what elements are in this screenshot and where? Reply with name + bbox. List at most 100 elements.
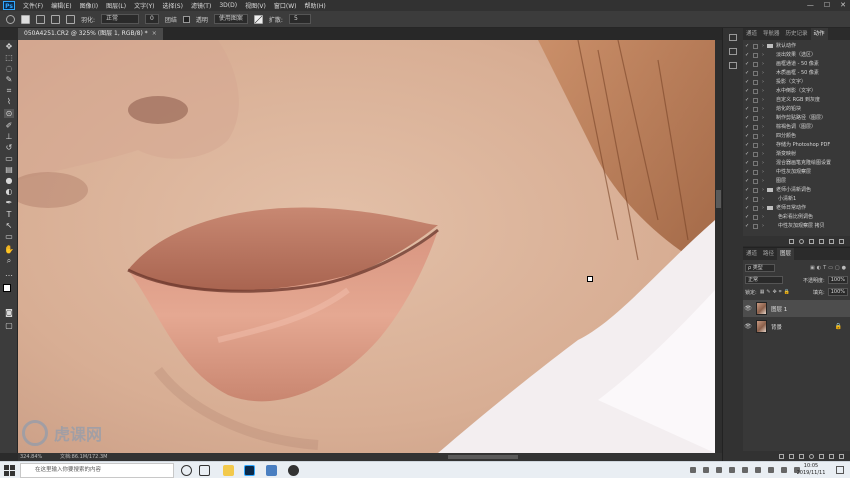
intersect-selection-icon[interactable]	[66, 14, 75, 24]
maximize-button[interactable]: ☐	[824, 0, 830, 11]
expand-arrow-icon[interactable]: ›	[762, 115, 764, 122]
panel-properties-icon[interactable]	[729, 48, 737, 55]
blur-tool-icon[interactable]: ●	[4, 176, 14, 185]
menu-image[interactable]: 图像(I)	[76, 1, 102, 10]
fill-input[interactable]: 100%	[827, 288, 848, 296]
panel-brush-icon[interactable]	[729, 62, 737, 69]
dialog-toggle-icon[interactable]	[753, 98, 758, 103]
toggle-label[interactable]: 团结	[165, 15, 177, 24]
menu-3d[interactable]: 3D(D)	[215, 2, 241, 9]
dialog-toggle-icon[interactable]	[753, 215, 758, 220]
dialog-toggle-icon[interactable]	[753, 71, 758, 76]
shape-tool-icon[interactable]: ▭	[4, 232, 14, 241]
action-row[interactable]: ✓ › 水中倒影（文字）	[743, 88, 850, 95]
multitask-icon[interactable]	[199, 465, 210, 476]
patch-tool-icon[interactable]	[6, 14, 15, 24]
spread-input[interactable]: 5	[288, 14, 311, 24]
action-toggle-check-icon[interactable]: ✓	[745, 151, 749, 158]
lasso-tool-icon[interactable]: ◌	[4, 64, 14, 73]
tray-app-icon[interactable]	[690, 467, 696, 473]
action-toggle-check-icon[interactable]: ✓	[745, 196, 749, 203]
layer-name[interactable]: 图层 1	[771, 305, 787, 313]
expand-arrow-icon[interactable]: ›	[762, 88, 764, 95]
more-tools-icon[interactable]: …	[4, 269, 14, 278]
eraser-tool-icon[interactable]: ▭	[4, 154, 14, 163]
action-row[interactable]: ✓ › 默认动作	[743, 43, 850, 50]
dodge-tool-icon[interactable]: ◐	[4, 187, 14, 196]
expand-arrow-icon[interactable]: ›	[762, 169, 764, 176]
dialog-toggle-icon[interactable]	[753, 188, 758, 193]
eyedropper-tool-icon[interactable]: ⌇	[4, 97, 14, 106]
action-row[interactable]: ✓ › 存储为 Photoshop PDF	[743, 142, 850, 149]
image-canvas[interactable]: 虎课网	[18, 40, 715, 453]
clock[interactable]: 10:05 2019/11/11	[791, 463, 831, 477]
menu-type[interactable]: 文字(Y)	[130, 1, 158, 10]
action-toggle-check-icon[interactable]: ✓	[745, 61, 749, 68]
link-layers-icon[interactable]	[779, 453, 784, 459]
record-icon[interactable]	[799, 238, 804, 244]
action-row[interactable]: ✓ › 制作剪贴路径（图层）	[743, 115, 850, 122]
menu-window[interactable]: 窗口(W)	[270, 1, 301, 10]
network-icon[interactable]	[768, 467, 774, 473]
expand-arrow-icon[interactable]: ›	[762, 223, 764, 230]
blend-mode-select[interactable]: 正常	[745, 276, 783, 284]
tab-channels-2[interactable]: 通道	[743, 248, 760, 260]
menu-edit[interactable]: 编辑(E)	[47, 1, 75, 10]
dialog-toggle-icon[interactable]	[753, 179, 758, 184]
lock-icons[interactable]: ▦✎✥⌗🔒	[760, 289, 792, 295]
dialog-toggle-icon[interactable]	[753, 170, 758, 175]
action-toggle-check-icon[interactable]: ✓	[745, 43, 749, 50]
dialog-toggle-icon[interactable]	[753, 44, 758, 49]
marquee-tool-icon[interactable]: ⬚	[4, 53, 14, 62]
action-row[interactable]: ✓ › 淡出效果（选区）	[743, 52, 850, 59]
menu-help[interactable]: 帮助(H)	[301, 1, 330, 10]
new-selection-icon[interactable]	[21, 14, 30, 24]
document-tab[interactable]: 050A4251.CR2 @ 325% (图层 1, RGB/8) * ×	[18, 28, 163, 40]
dialog-toggle-icon[interactable]	[753, 161, 758, 166]
dialog-toggle-icon[interactable]	[753, 206, 758, 211]
layer-row[interactable]: 👁 图层 1	[743, 300, 850, 317]
vertical-scrollbar[interactable]	[715, 40, 722, 453]
quick-mask-icon[interactable]: ◙	[4, 308, 14, 317]
tab-layers[interactable]: 图层	[777, 248, 795, 260]
action-row[interactable]: ✓ › 画框通道 - 50 像素	[743, 61, 850, 68]
dialog-toggle-icon[interactable]	[753, 224, 758, 229]
add-selection-icon[interactable]	[36, 14, 45, 24]
type-tool-icon[interactable]: T	[4, 210, 14, 219]
file-explorer-icon[interactable]	[223, 465, 234, 476]
expand-arrow-icon[interactable]: ›	[762, 142, 764, 149]
tab-history[interactable]: 历史记录	[783, 28, 811, 40]
action-toggle-check-icon[interactable]: ✓	[745, 79, 749, 86]
action-toggle-check-icon[interactable]: ✓	[745, 223, 749, 230]
expand-arrow-icon[interactable]: ›	[762, 97, 764, 104]
action-toggle-check-icon[interactable]: ✓	[745, 70, 749, 77]
new-action-icon[interactable]	[829, 238, 834, 244]
path-select-tool-icon[interactable]: ↖	[4, 221, 14, 230]
action-row[interactable]: ✓ › 混合器画笔克隆绘图设置	[743, 160, 850, 167]
opacity-icon[interactable]: 0	[145, 14, 159, 24]
expand-arrow-icon[interactable]: ›	[762, 124, 764, 131]
zoom-level[interactable]: 324.84%	[20, 453, 42, 461]
expand-arrow-icon[interactable]: ›	[762, 79, 764, 86]
new-set-icon[interactable]	[819, 238, 824, 244]
tray-app-icon[interactable]	[729, 467, 735, 473]
history-brush-tool-icon[interactable]: ↺	[4, 143, 14, 152]
crop-tool-icon[interactable]: ⌗	[4, 86, 14, 95]
brush-tool-icon[interactable]: ✐	[4, 121, 14, 130]
menu-layer[interactable]: 图层(L)	[102, 1, 130, 10]
action-toggle-check-icon[interactable]: ✓	[745, 52, 749, 59]
layer-row[interactable]: 👁 背景 🔒	[743, 318, 850, 335]
photoshop-taskbar-icon[interactable]	[244, 465, 255, 476]
action-toggle-check-icon[interactable]: ✓	[745, 106, 749, 113]
transparent-checkbox[interactable]	[182, 15, 190, 23]
doc-info[interactable]: 文档:86.1M/172.3M	[60, 453, 107, 461]
dialog-toggle-icon[interactable]	[753, 80, 758, 85]
tab-navigator[interactable]: 导航器	[760, 28, 783, 40]
clone-stamp-tool-icon[interactable]: ⊥	[4, 132, 14, 141]
expand-arrow-icon[interactable]: ›	[762, 205, 764, 212]
expand-arrow-icon[interactable]: ›	[762, 43, 764, 50]
foreground-color-swatch[interactable]	[3, 284, 11, 292]
stop-icon[interactable]	[789, 238, 794, 244]
play-icon[interactable]	[809, 238, 814, 244]
tray-app-icon[interactable]	[742, 467, 748, 473]
